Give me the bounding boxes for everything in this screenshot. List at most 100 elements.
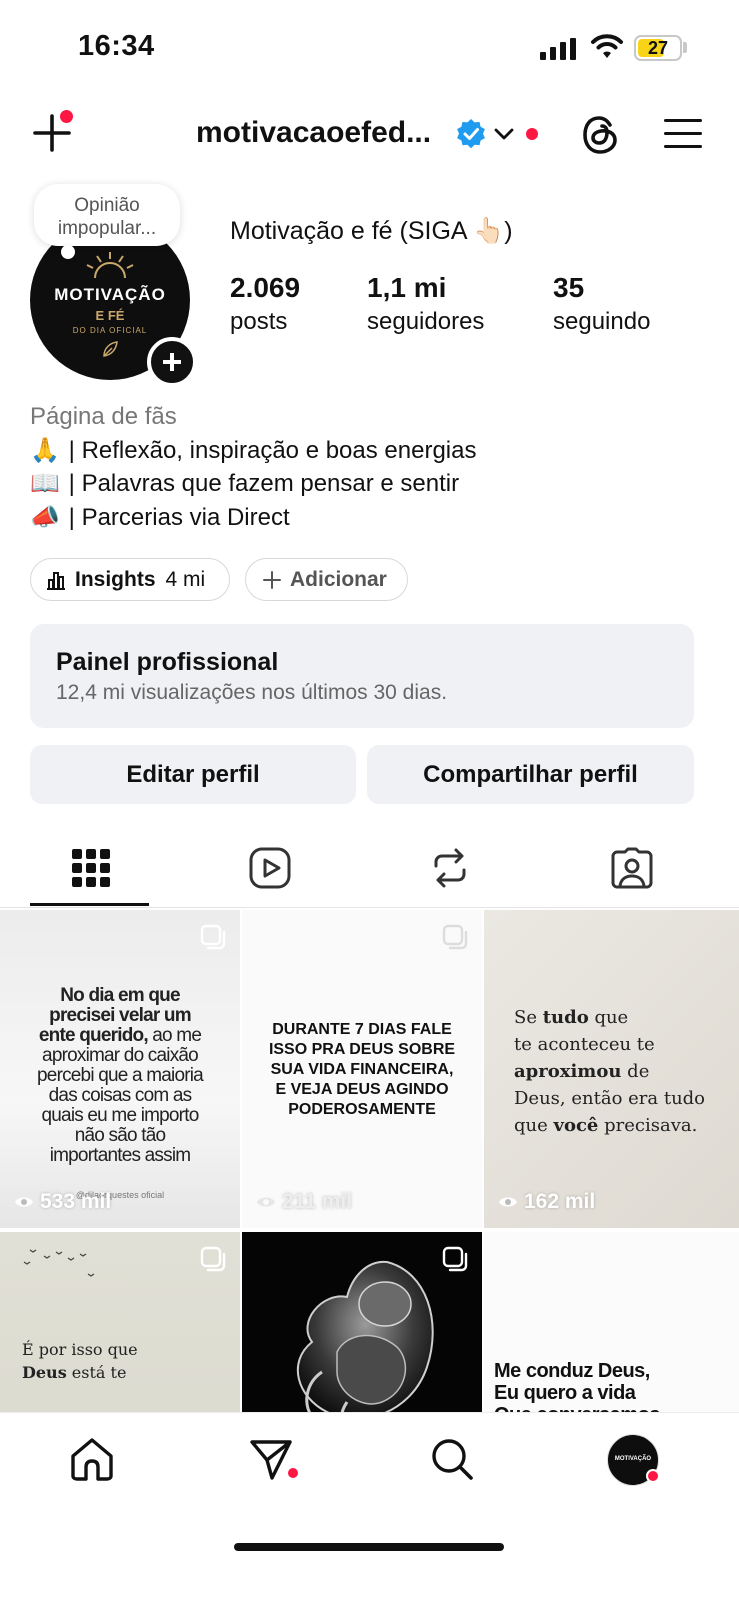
birds-icon [23,1249,95,1277]
add-chip[interactable]: Adicionar [245,558,408,601]
post-thumbnail[interactable]: DURANTE 7 DIAS FALE ISSO PRA DEUS SOBRE … [242,910,482,1228]
post-thumbnail[interactable]: Se tudo que te aconteceu te aproximou de… [484,910,739,1228]
professional-dashboard[interactable]: Painel profissional 12,4 mi visualizaçõe… [30,624,694,728]
threads-icon[interactable] [580,114,622,156]
avatar-tab-text: MOTIVAÇÃO [614,1456,652,1462]
followers-count[interactable]: 1,1 mi [367,272,446,304]
post-text: Se [514,1007,543,1028]
following-count[interactable]: 35 [553,272,584,304]
post-text-line: E VEJA DEUS AGINDO [275,1081,449,1098]
post-text: que [588,1007,629,1028]
post-text-line: aproximou de [514,1058,705,1085]
following-label[interactable]: seguindo [553,308,650,336]
bio-text: | Reflexão, inspiração e boas energias [68,437,477,464]
post-thumbnail[interactable]: No dia em que precisei velar um ente que… [0,910,240,1228]
grid-icon[interactable] [69,846,113,890]
tab-divider [0,907,739,908]
view-count: 211 mil [256,1190,352,1214]
carousel-icon [200,924,226,950]
profile-display-name: Motivação e fé (SIGA 👆🏻) [230,217,513,245]
carousel-icon [442,924,468,950]
reels-icon[interactable] [248,846,292,890]
tagged-icon[interactable] [610,846,654,890]
post-text-bold: aproximou [514,1061,622,1082]
post-text-line: PODEROSAMENTE [288,1101,436,1118]
pro-dashboard-title: Painel profissional [56,648,279,676]
post-text-line: Deus está te [22,1361,138,1384]
followers-label[interactable]: seguidores [367,308,484,336]
embryo-sculpture-image [296,1260,434,1432]
search-icon[interactable] [429,1436,475,1482]
reposts-icon[interactable] [428,846,472,890]
post-text-line: SUA VIDA FINANCEIRA, [270,1061,454,1078]
sunrise-logo-icon [86,252,134,279]
post-text-line: aproximar do caixão [42,1045,199,1066]
bio-line: 📖 | Palavras que fazem pensar e sentir [30,469,459,498]
share-profile-button[interactable]: Compartilhar perfil [367,745,694,804]
edit-profile-button[interactable]: Editar perfil [30,745,356,804]
chevron-down-icon[interactable] [493,123,515,145]
book-icon: 📖 [30,470,60,497]
battery-level: 27 [647,38,669,58]
battery-icon: 27 [634,35,682,61]
pro-dashboard-subtitle: 12,4 mi visualizações nos últimos 30 dia… [56,681,448,704]
post-text-line: Me conduz Deus, [494,1360,650,1382]
leaf-icon [103,341,118,357]
insights-label: Insights [75,567,156,591]
messages-notification-dot [286,1466,300,1480]
post-text-line: precisei velar um [49,1005,191,1026]
note-bubble-tail [61,245,75,259]
post-text: que [514,1115,554,1136]
add-label: Adicionar [290,567,387,591]
add-story-button[interactable] [147,337,197,387]
post-text-line: percebi que a maioria [37,1065,204,1086]
posts-label[interactable]: posts [230,308,287,336]
insights-chip[interactable]: Insights 4 mi [30,558,230,601]
post-text: está te [66,1363,127,1382]
post-text-line: não são tão [74,1125,166,1146]
view-count-text: 533 mil [40,1190,112,1213]
post-text-line: ISSO PRA DEUS SOBRE [268,1041,456,1058]
post-text-line: ente querido, ao me [8,1026,232,1046]
post-text-line: que você precisava. [514,1112,705,1139]
bio-text: | Parcerias via Direct [68,504,290,531]
account-username[interactable]: motivacaoefed... [196,116,431,150]
home-icon[interactable] [69,1436,115,1482]
notification-dot [60,110,73,123]
view-count: 533 mil [14,1190,111,1214]
wifi-icon [591,34,623,58]
post-text-bold: Deus [22,1363,67,1382]
note-bubble[interactable]: Opinião impopular... [34,184,180,246]
post-text-line: No dia em que [60,985,180,1006]
post-text-bold: tudo [542,1007,589,1028]
post-text: precisava. [598,1115,698,1136]
active-tab-indicator [30,903,149,906]
menu-hamburger-icon[interactable] [664,119,702,149]
cellular-signal-icon [540,38,576,60]
bio-text: | Palavras que fazem pensar e sentir [68,470,460,497]
post-text-line: Eu quero a vida [494,1382,636,1404]
praying-hands-icon: 🙏 [30,437,60,464]
profile-category: Página de fãs [30,403,177,430]
post-text: de [621,1061,650,1082]
megaphone-icon: 📣 [30,504,60,531]
battery-tip [683,42,687,53]
post-text-bold: você [553,1115,599,1136]
account-notification-dot [526,128,538,140]
plus-icon [263,570,281,589]
post-text-line: Deus, então era tudo [514,1088,706,1109]
post-text-line: importantes assim [49,1145,191,1166]
view-count-text: 162 mil [524,1190,596,1213]
avatar-tagline: DO DIA OFICIAL [72,326,148,335]
insights-value: 4 mi [165,567,206,591]
eye-icon [499,1197,517,1207]
eye-icon [257,1197,275,1207]
post-text-line: das coisas com as [48,1085,192,1106]
post-text-bold: ente querido, [38,1025,149,1046]
post-text-line: Se tudo que [514,1004,705,1031]
posts-count[interactable]: 2.069 [230,272,300,304]
avatar-title: MOTIVAÇÃO [54,285,166,304]
post-text-line: quais eu me importo [41,1105,200,1126]
view-count: 162 mil [498,1190,595,1214]
eye-icon [15,1197,33,1207]
